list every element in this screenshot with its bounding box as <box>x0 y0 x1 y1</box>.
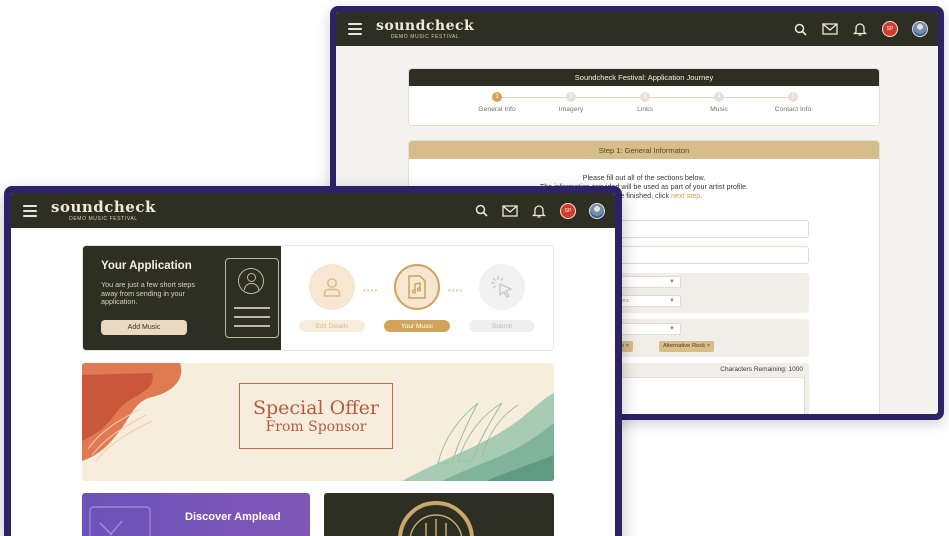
application-progress: •••• •••• Edit Details Your Music Submit <box>281 246 553 350</box>
submit-stage[interactable] <box>479 264 525 310</box>
step-dot: 5 <box>788 92 798 102</box>
tools-icon <box>89 506 151 536</box>
step-label: Links <box>637 106 653 113</box>
bell-icon[interactable] <box>531 203 547 219</box>
select-dropdown[interactable]: ▼ <box>613 276 681 288</box>
genre-chip[interactable]: Alternative Rock × <box>659 341 715 352</box>
front-window: soundcheck DEMO MUSIC FESTIVAL SP Your A… <box>4 186 622 536</box>
search-icon[interactable] <box>792 21 808 37</box>
bell-icon[interactable] <box>852 21 868 37</box>
your-music-stage[interactable] <box>394 264 440 310</box>
step-dot: 1 <box>492 92 502 102</box>
discover-amplead-title: Discover Amplead <box>185 511 281 523</box>
front-app-bar: soundcheck DEMO MUSIC FESTIVAL SP <box>11 193 615 228</box>
characters-remaining: Characters Remaining: 1000 <box>720 366 803 373</box>
header-tools: SP <box>473 193 605 228</box>
journey-title: Soundcheck Festival: Application Journey <box>409 69 879 86</box>
application-title: Your Application <box>101 260 192 272</box>
menu-icon[interactable] <box>348 23 362 35</box>
add-music-button[interactable]: Add Music <box>101 320 187 335</box>
close-icon[interactable]: × <box>626 343 629 349</box>
bio-textarea-group: Characters Remaining: 1000 <box>609 363 809 414</box>
step-label: Imagery <box>558 106 584 113</box>
brand-logo[interactable]: soundcheck DEMO MUSIC FESTIVAL <box>376 19 474 40</box>
offer-line-2: From Sponsor <box>265 418 367 435</box>
profile-face-icon <box>238 268 264 294</box>
profile-photo-avatar[interactable] <box>589 202 605 219</box>
person-icon <box>323 278 341 297</box>
back-app-bar: soundcheck DEMO MUSIC FESTIVAL SP <box>336 12 938 46</box>
chevron-down-icon: ▼ <box>669 279 675 285</box>
application-description: You are just a few short steps away from… <box>101 280 196 307</box>
select-dropdown[interactable]: bers ▼ <box>613 295 681 307</box>
step-music[interactable]: 4 Music <box>679 92 759 113</box>
edit-details-label[interactable]: Edit Details <box>299 320 365 332</box>
select-group: ▼ bers ▼ <box>609 273 809 313</box>
step-label: Music <box>710 106 728 113</box>
step-dot: 4 <box>714 92 724 102</box>
front-screen: soundcheck DEMO MUSIC FESTIVAL SP Your A… <box>11 193 615 536</box>
mail-icon[interactable] <box>502 203 518 219</box>
header-tools: SP <box>792 12 928 46</box>
mail-icon[interactable] <box>822 21 838 37</box>
intro-line-1: Please fill out all of the sections belo… <box>582 173 706 182</box>
brand-tagline: DEMO MUSIC FESTIVAL <box>390 33 460 40</box>
genre-group: ▼ ock × Alternative Rock × <box>609 319 809 357</box>
step-dot: 2 <box>566 92 576 102</box>
profile-photo-avatar[interactable] <box>912 21 928 37</box>
search-icon[interactable] <box>473 203 489 219</box>
sponsor-offer-banner[interactable]: Special Offer From Sponsor <box>82 363 554 481</box>
brand-tagline: DEMO MUSIC FESTIVAL <box>69 215 138 222</box>
user-avatar[interactable]: SP <box>560 202 576 219</box>
application-summary: Your Application You are just a few shor… <box>83 246 281 350</box>
card-line <box>234 325 270 327</box>
submit-label[interactable]: Submit <box>469 320 535 332</box>
chip-label: Alternative Rock <box>663 343 706 349</box>
card-line <box>234 316 270 318</box>
offer-text-frame: Special Offer From Sponsor <box>239 383 393 449</box>
general-info-title: Step 1: General Informaton <box>409 141 879 159</box>
journey-steps: 1 General Info 2 Imagery 3 Links 4 Music <box>409 86 879 127</box>
close-icon[interactable]: × <box>707 343 710 349</box>
discover-amplead-tile[interactable]: Discover Amplead <box>82 493 310 536</box>
profile-card-icon <box>225 258 279 338</box>
step-label: General Info <box>478 106 516 113</box>
next-step-link[interactable]: next step <box>671 191 700 200</box>
your-music-label[interactable]: Your Music <box>384 320 450 332</box>
your-application-card: Your Application You are just a few shor… <box>82 245 554 351</box>
cursor-click-icon <box>491 276 513 298</box>
step-links[interactable]: 3 Links <box>605 92 685 113</box>
step-imagery[interactable]: 2 Imagery <box>531 92 611 113</box>
genre-select[interactable]: ▼ <box>613 323 681 335</box>
step-general-info[interactable]: 1 General Info <box>457 92 537 113</box>
text-field[interactable] <box>609 220 809 238</box>
step-label: Contact Info <box>774 106 812 113</box>
music-file-icon <box>408 275 426 299</box>
edit-details-stage[interactable] <box>309 264 355 310</box>
progress-dots: •••• <box>448 286 464 295</box>
offer-line-1: Special Offer <box>253 396 379 419</box>
arch-artwork <box>398 501 474 536</box>
chevron-down-icon: ▼ <box>669 298 675 304</box>
user-avatar[interactable]: SP <box>882 21 898 37</box>
brand-name: soundcheck <box>51 197 156 216</box>
chevron-down-icon: ▼ <box>669 326 675 332</box>
brand-logo[interactable]: soundcheck DEMO MUSIC FESTIVAL <box>51 197 156 222</box>
menu-icon[interactable] <box>23 204 37 217</box>
composite-stage: soundcheck DEMO MUSIC FESTIVAL SP Soundc… <box>0 0 949 536</box>
brand-name: soundcheck <box>376 17 475 34</box>
bio-textarea[interactable] <box>613 377 805 414</box>
text-field[interactable] <box>609 246 809 264</box>
step-dot: 3 <box>640 92 650 102</box>
application-journey-card: Soundcheck Festival: Application Journey… <box>408 68 880 126</box>
featured-artwork-tile[interactable] <box>324 493 554 536</box>
step-contact-info[interactable]: 5 Contact Info <box>753 92 833 113</box>
progress-dots: •••• <box>363 286 379 295</box>
card-line <box>234 307 270 309</box>
intro-line-3-end: . <box>700 191 703 200</box>
